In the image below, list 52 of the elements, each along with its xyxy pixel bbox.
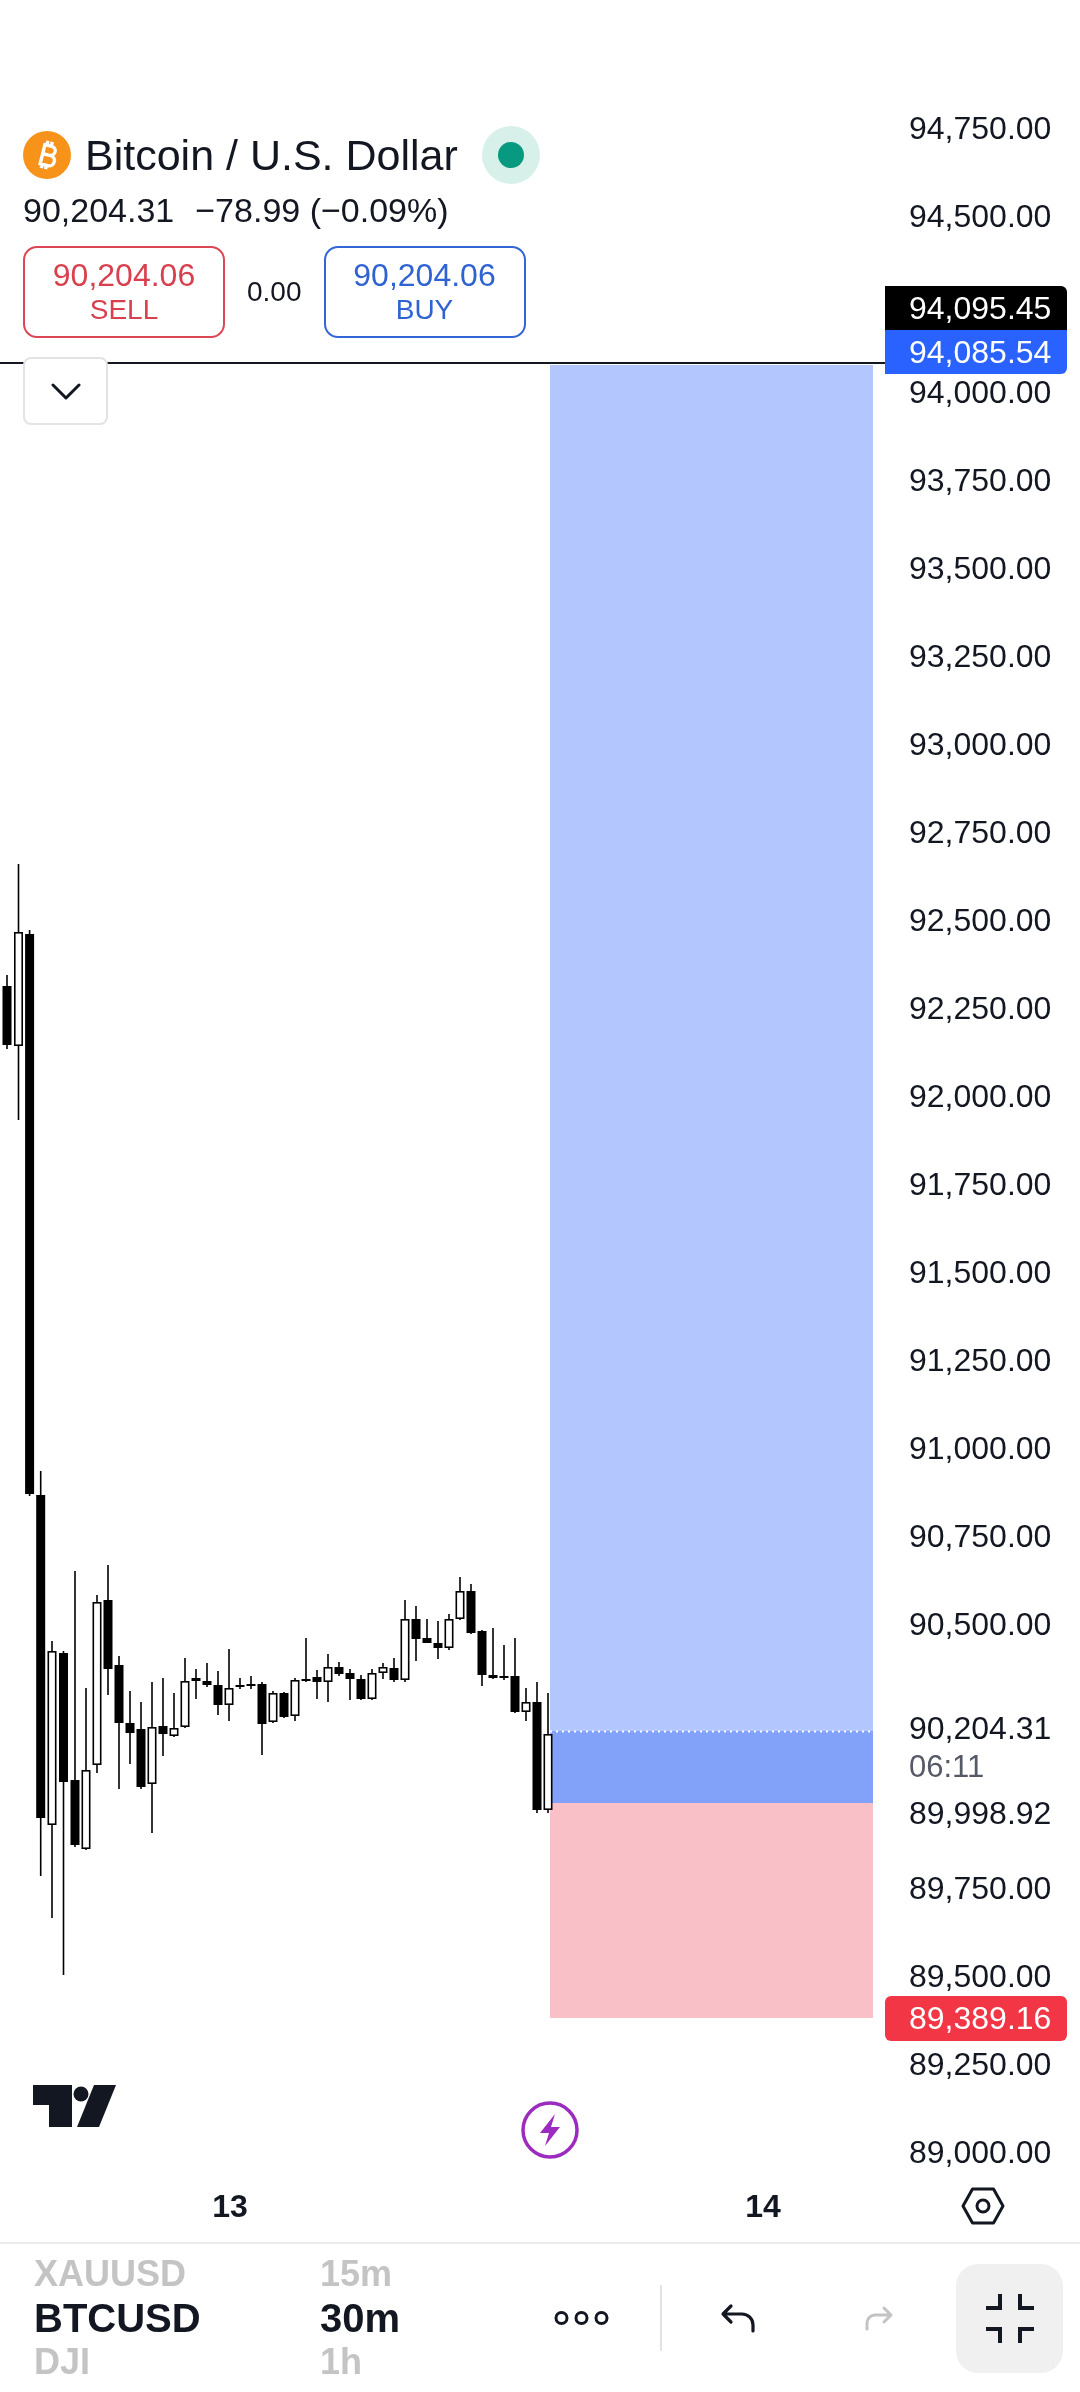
target-price-label: 94,085.54 [885, 330, 1067, 374]
spread-value: 0.00 [247, 275, 302, 309]
symbol-option[interactable]: BTCUSD [34, 2295, 201, 2341]
price-tick-label: 91,750.00 [909, 1168, 1052, 1200]
price-tick-label: 94,500.00 [909, 200, 1052, 232]
candle [356, 1674, 366, 1701]
price-tick-label: 93,750.00 [909, 464, 1052, 496]
candle [466, 1583, 476, 1635]
price-change: −78.99 (−0.09%) [195, 190, 449, 230]
price-tick-label: 92,250.00 [909, 992, 1052, 1024]
countdown-timer: 06:11 [909, 1749, 985, 1785]
price-tick-label: 94,750.00 [909, 112, 1052, 144]
price-tick-label: 93,000.00 [909, 728, 1052, 760]
price-tick-label: 89,500.00 [909, 1960, 1052, 1992]
date-tick-label: 13 [211, 2187, 249, 2226]
line-price-label: 94,095.45 [885, 286, 1067, 330]
settings-icon[interactable] [960, 2187, 1005, 2225]
last-price: 90,204.31 [23, 190, 175, 230]
entry-price-label: 89,998.92 [908, 1794, 1052, 1833]
price-tick-label: 92,000.00 [909, 1080, 1052, 1112]
coin-icon [23, 131, 71, 179]
price-tick-label: 91,500.00 [909, 1256, 1052, 1288]
horizontal-line[interactable] [0, 362, 885, 364]
current-price-label: 90,204.31 [909, 1709, 1052, 1747]
stop-price-label: 89,389.16 [885, 1996, 1067, 2041]
candle [477, 1629, 487, 1687]
symbol-title: Bitcoin / U.S. Dollar [85, 130, 458, 180]
price-tick-label: 92,500.00 [909, 904, 1052, 936]
lightning-icon[interactable] [521, 2101, 579, 2159]
candle [455, 1576, 465, 1621]
price-tick-label: 90,750.00 [909, 1520, 1052, 1552]
price-tick-label: 92,750.00 [909, 816, 1052, 848]
logo-icon [33, 2085, 116, 2127]
price-tick-label: 94,000.00 [909, 376, 1052, 408]
price-tick-label: 89,000.00 [909, 2136, 1052, 2168]
candle [444, 1613, 454, 1651]
price-tick-label: 91,250.00 [909, 1344, 1052, 1376]
undo-icon[interactable] [720, 2303, 756, 2333]
collapse-button[interactable] [956, 2263, 1063, 2373]
price-tick-label: 91,000.00 [909, 1432, 1052, 1464]
price-tick-label: 90,500.00 [909, 1608, 1052, 1640]
price-tick-label: 93,250.00 [909, 640, 1052, 672]
price-tick-label: 89,250.00 [909, 2048, 1052, 2080]
price-tick-label: 89,750.00 [909, 1872, 1052, 1904]
price-tick-label: 93,500.00 [909, 552, 1052, 584]
interval-option[interactable]: 30m [320, 2295, 401, 2341]
legend-toggle-button[interactable] [23, 357, 108, 425]
chevron-down-icon [50, 382, 81, 400]
sell-button[interactable]: 90,204.06 SELL [23, 246, 225, 338]
date-tick-label: 14 [744, 2187, 782, 2226]
more-icon[interactable] [554, 2311, 609, 2325]
buy-button[interactable]: 90,204.06 BUY [323, 246, 526, 338]
